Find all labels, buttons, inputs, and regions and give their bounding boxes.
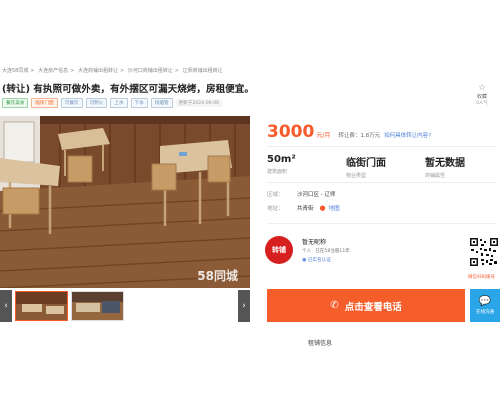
tag: 下水 [130,98,148,108]
address-value: 共青街 [297,206,314,212]
view-count: 0人气 [476,101,488,106]
updated-date: 更新于2024-06-06 [175,99,223,107]
chevron-left-icon[interactable]: ‹ [0,290,12,322]
main-photo[interactable]: 58同城 [0,116,250,288]
breadcrumb: 大连58同城 > 大连房产信息 > 大连商铺出租转让 > 沙河口商铺出租转让 > 辽师商… [2,68,223,74]
chevron-right-icon[interactable]: › [238,290,250,322]
transfer-question-link[interactable]: 如何具体转让内容? [384,131,431,139]
section-heading: 租铺信息 [308,340,333,347]
stat-label: 商铺属性 [425,173,446,179]
poster-tenure: 已在58注册11年 [315,249,350,254]
address-row: 地址： 共青街 ● 地图 [267,204,340,212]
divider [267,146,496,147]
address-label: 地址： [267,206,284,212]
map-link[interactable]: 地图 [329,204,340,212]
thumbnail[interactable] [15,291,68,321]
rent-price: 3000 [267,122,315,142]
district-label: 区域： [267,192,284,198]
favorite-button[interactable]: ☆ 收藏 0人气 [468,83,496,107]
chat-bubble-icon: 💬 [478,295,492,307]
poster-name: 暂无昵称 [302,239,327,246]
tag: 可明火 [85,98,108,108]
star-outline-icon: ☆ [477,83,487,93]
tag: 上水 [110,98,128,108]
qr-code [470,238,498,266]
verified-icon: ▣ [302,258,307,263]
tag: 餐饮美食 [2,98,29,108]
stat-value: 临街门面 [346,158,386,169]
divider [267,223,496,224]
stat-area: 50m² 建筑面积 [267,154,296,175]
qr-caption: 微信扫码拨号 [468,275,495,280]
stat-shop-attribute: 暂无数据 商铺属性 [425,154,465,179]
stat-property-type: 临街门面 物业类型 [346,154,386,179]
thumbnail[interactable] [71,291,124,321]
rent-unit: 元/月 [316,132,331,139]
stat-value: 50m² [267,154,296,165]
stat-label: 建筑面积 [267,169,288,175]
breadcrumb-item[interactable]: 大连58同城 [2,68,28,74]
tag: 临街门面 [31,98,58,108]
avatar[interactable]: 转铺 [265,236,293,264]
tag: 排烟管 [150,98,173,108]
divider [267,182,496,183]
online-chat-button[interactable]: 💬 在线沟通 [470,289,500,322]
poster-type: 个人 [302,249,312,254]
price-row: 3000 元/月 转让费：1.8万元 如何具体转让内容? [267,122,431,142]
map-pin-icon: ● [319,204,326,212]
verified-badge: ▣ 已实名认证 [302,257,331,263]
breadcrumb-item[interactable]: 沙河口商铺出租转让 [128,68,173,74]
thumbnail-strip: ‹ › [0,290,250,322]
watermark: 58同城 [197,269,238,283]
district-row: 区域： 沙河口区 - 辽师 [267,190,335,198]
view-phone-label: 点击查看电话 [344,301,402,313]
breadcrumb-item[interactable]: 大连房产信息 [38,68,68,74]
page-title: (转让) 有执照可做外卖，有外摆区可漏天烧烤，房租便宜。 [2,84,254,95]
tag-list: 餐饮美食 临街门面 可餐饮 可明火 上水 下水 排烟管 更新于2024-06-0… [2,98,223,108]
stat-label: 物业类型 [346,173,367,179]
stat-value: 暂无数据 [425,158,465,169]
tag: 可餐饮 [60,98,83,108]
poster-meta: 个人 已在58注册11年 [302,248,350,254]
phone-icon: ✆ [330,300,339,311]
online-chat-label: 在线沟通 [476,309,494,315]
transfer-fee: 转让费：1.8万元 [338,133,381,139]
breadcrumb-item[interactable]: 辽师商铺出租转让 [183,68,223,74]
breadcrumb-item[interactable]: 大连商铺出租转让 [78,68,118,74]
favorite-label: 收藏 [476,94,487,100]
view-phone-button[interactable]: ✆ 点击查看电话 [267,289,465,322]
district-value[interactable]: 沙河口区 - 辽师 [297,190,335,198]
verified-label: 已实名认证 [307,258,331,263]
